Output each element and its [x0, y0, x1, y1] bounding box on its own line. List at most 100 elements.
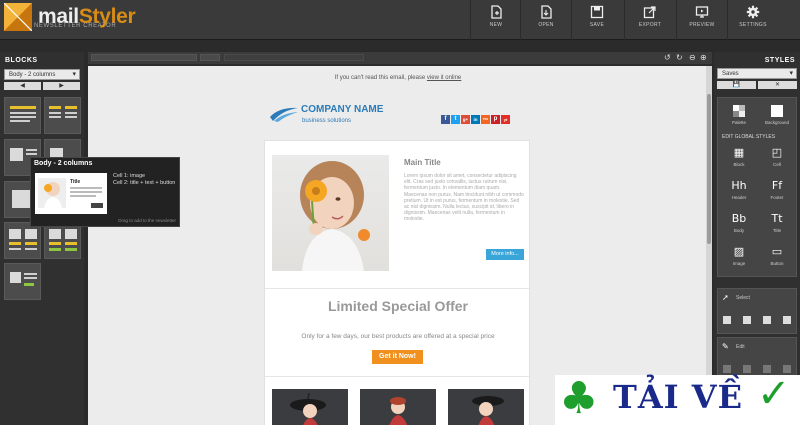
footer-style-tile[interactable]: Ff Footer [759, 176, 795, 206]
save-icon [590, 5, 604, 19]
google-plus-icon[interactable]: g+ [461, 115, 470, 124]
watermark: ♣ TẢI VỀ ✓ [555, 371, 800, 425]
button-icon: ▭ [771, 245, 783, 258]
footer-label: Footer [770, 195, 784, 200]
cell-style-tile[interactable]: ◰ Cell [759, 143, 795, 173]
tooltip-cell2: Cell 2: title + text + button [113, 180, 176, 186]
block-style-tile[interactable]: ▦ Block [721, 143, 757, 173]
get-it-now-button[interactable]: Get it Now! [372, 350, 423, 364]
select-block-icon[interactable] [723, 316, 731, 324]
title-label: Title [772, 228, 782, 233]
cell-label: Cell [773, 162, 781, 167]
tooltip-title: Body - 2 columns [34, 160, 93, 167]
offer-text: Only for a few days, our best products a… [301, 333, 495, 340]
body-icon: Bb [731, 212, 747, 225]
blocks-category-select[interactable]: Body - 2 columns [4, 69, 80, 80]
select-arrow-icon: ➚ [722, 293, 729, 302]
block-thumb-2[interactable] [44, 97, 81, 134]
delete-style-button[interactable]: ✕ [758, 81, 797, 89]
styles-title: STYLES [764, 57, 795, 64]
divider [265, 288, 531, 289]
new-file-icon [491, 5, 502, 19]
logo-icon [4, 3, 32, 31]
block-thumb-8[interactable] [4, 263, 41, 300]
open-label: OPEN [538, 22, 554, 28]
clover-icon: ♣ [559, 373, 599, 424]
undo-icon[interactable]: ↺ [664, 53, 671, 62]
font-size-select[interactable] [200, 54, 220, 61]
linkedin-icon[interactable]: in [471, 115, 480, 124]
zoom-out-icon[interactable]: ⊖ [689, 53, 696, 62]
select-cell-icon[interactable] [743, 316, 751, 324]
blocks-next-button[interactable]: ▶ [43, 82, 80, 90]
pinterest-icon[interactable]: p [491, 115, 500, 124]
zoom-in-icon[interactable]: ⊕ [700, 53, 707, 62]
button-label: Button [770, 261, 784, 266]
palette-icon [733, 105, 745, 117]
twitter-icon[interactable]: t [451, 115, 460, 124]
background-label: Background [764, 120, 790, 125]
blocks-prev-button[interactable]: ◀ [4, 82, 41, 90]
export-icon [643, 6, 656, 19]
open-file-icon [541, 5, 552, 19]
select-label: Select [736, 295, 750, 301]
styles-preset-select[interactable]: Saves [717, 68, 797, 79]
edit-cell-icon[interactable] [743, 365, 751, 373]
new-label: NEW [489, 22, 503, 28]
logo-subtitle: NEWSLETTER CREATOR [34, 23, 117, 29]
save-style-button[interactable]: 💾 [717, 81, 756, 89]
image-style-tile[interactable]: ▨ Image [721, 242, 757, 272]
view-online-link[interactable]: view it online [427, 75, 461, 81]
company-name: COMPANY NAME [301, 104, 384, 115]
email-body: Main Title Lorem ipsum dolor sit amet, c… [264, 140, 531, 425]
export-button[interactable]: EXPORT [625, 0, 675, 40]
font-select[interactable] [91, 54, 197, 61]
header-style-tile[interactable]: Hh Header [721, 176, 757, 206]
settings-button[interactable]: SETTINGS [728, 0, 778, 40]
scrollbar-thumb[interactable] [707, 94, 711, 244]
tooltip-hint: Drag to add to the newsletter [118, 218, 176, 223]
block-thumb-1[interactable] [4, 97, 41, 134]
block-thumb-6[interactable] [4, 222, 41, 259]
redo-icon[interactable]: ↻ [676, 53, 683, 62]
select-image-icon[interactable] [763, 316, 771, 324]
new-button[interactable]: NEW [471, 0, 521, 40]
preview-button[interactable]: PREVIEW [677, 0, 727, 40]
format-buttons[interactable] [224, 54, 364, 61]
save-button[interactable]: SAVE [572, 0, 622, 40]
select-other-icon[interactable] [783, 316, 791, 324]
save-label: SAVE [589, 22, 605, 28]
rss-icon[interactable]: rss [481, 115, 490, 124]
export-label: EXPORT [638, 22, 662, 28]
main-image [272, 155, 389, 271]
body-label: Body [733, 228, 745, 233]
tooltip-preview: Title [35, 173, 107, 214]
company-tagline: business solutions [302, 118, 352, 124]
product-image-3 [448, 389, 524, 425]
more-info-button[interactable]: More info... [486, 249, 524, 260]
preview-image [38, 178, 66, 208]
style-tiles: Palette Background EDIT GLOBAL STYLES ▦ B… [717, 97, 797, 277]
facebook-icon[interactable]: f [441, 115, 450, 124]
title-icon: Tt [771, 212, 783, 225]
button-style-tile[interactable]: ▭ Button [759, 242, 795, 272]
palette-tile[interactable]: Palette [721, 101, 757, 131]
tooltip-cell1: Cell 1: image [113, 173, 146, 179]
youtube-icon[interactable]: yt [501, 115, 510, 124]
background-tile[interactable]: Background [759, 101, 795, 131]
preview-label: PREVIEW [689, 22, 715, 28]
header-label: Header [731, 195, 747, 200]
palette-label: Palette [731, 120, 746, 125]
checkmark-icon: ✓ [757, 371, 791, 417]
main-text: Lorem ipsum dolor sit amet, consectetur … [404, 173, 524, 223]
edit-global-styles-label: EDIT GLOBAL STYLES [722, 134, 776, 140]
block-thumb-7[interactable] [44, 222, 81, 259]
open-button[interactable]: OPEN [521, 0, 571, 40]
body-style-tile[interactable]: Bb Body [721, 209, 757, 239]
edit-block-icon[interactable] [723, 365, 731, 373]
block-icon: ▦ [733, 146, 745, 159]
canvas-scrollbar[interactable] [706, 66, 712, 425]
title-style-tile[interactable]: Tt Title [759, 209, 795, 239]
styles-panel: STYLES Saves 💾 ✕ Palette Background EDIT… [714, 52, 800, 425]
block-tooltip: Body - 2 columns Title Cell 1: image Cel… [30, 157, 180, 227]
